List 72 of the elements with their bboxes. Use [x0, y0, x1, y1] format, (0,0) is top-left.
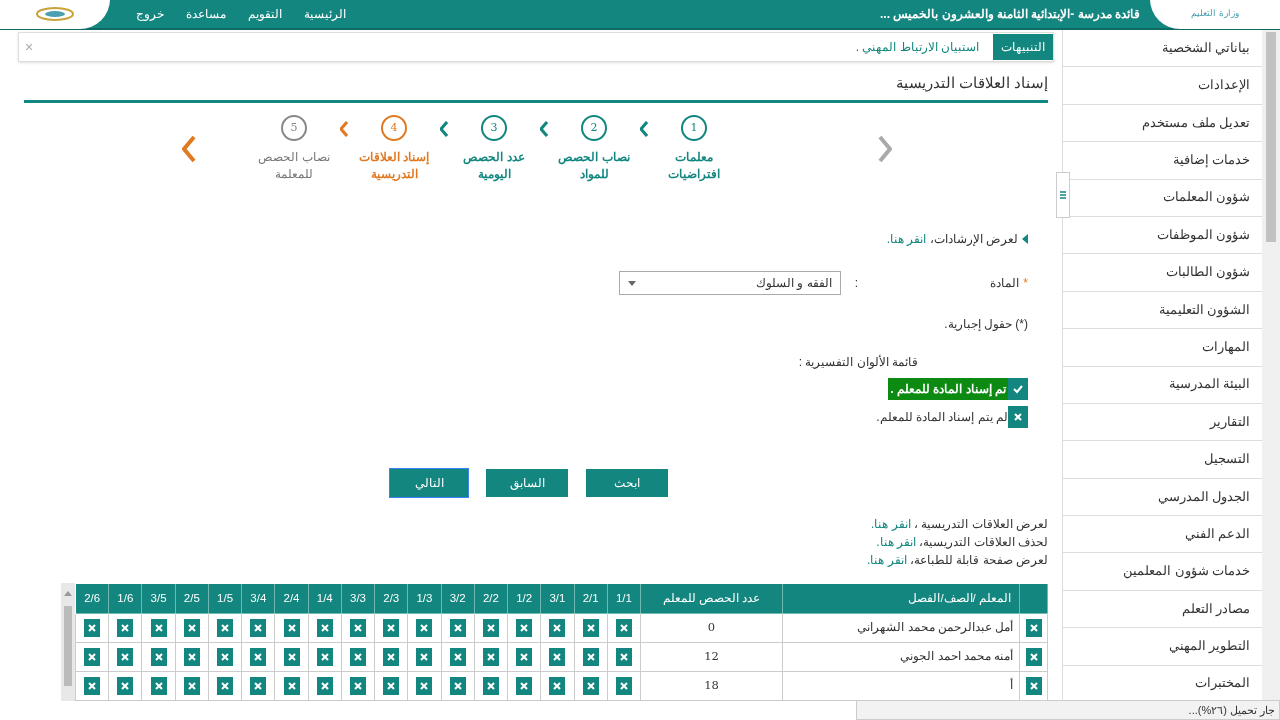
column-header: 2/3 — [374, 583, 408, 614]
instruction-text: لحذف العلاقات التدريسية، انقر هنا. — [875, 534, 1048, 551]
step-label: نصاب الحصص للمواد — [557, 150, 631, 183]
scrollbar-thumb[interactable] — [64, 606, 72, 686]
alerts-tag: التنبيهات — [993, 34, 1053, 60]
guide-text: لعرض الإرشادات، انقر هنا. — [886, 231, 1018, 248]
column-header: 3/2 — [441, 583, 475, 614]
link[interactable]: انقر هنا. — [867, 553, 907, 567]
guide-link[interactable]: انقر هنا. — [886, 232, 927, 246]
nav-link[interactable]: خروج — [136, 5, 164, 23]
column-header: المعلم /الصف/الفصل — [782, 583, 1020, 614]
chevron-icon — [440, 121, 448, 137]
dropdown-arrow-icon — [627, 280, 636, 286]
legend-title: قائمة الألوان التفسيرية : — [797, 353, 919, 371]
table-cell: أمل عبدالرحمن محمد الشهراني — [782, 613, 1020, 643]
link[interactable]: انقر هنا. — [871, 517, 911, 531]
nav-link[interactable]: مساعدة — [186, 5, 226, 23]
alert-link[interactable]: استبيان الارتباط المهني . — [855, 38, 979, 56]
table-cell: 12 — [640, 642, 783, 672]
subject-dropdown[interactable]: الفقه و السلوك — [618, 271, 841, 295]
table-scrollbar[interactable] — [61, 583, 75, 701]
column-header: 1/5 — [208, 583, 242, 614]
column-header: 3/3 — [341, 583, 375, 614]
step-label: نصاب الحصص للمعلمة — [257, 150, 331, 182]
required-mark: * — [1023, 275, 1028, 292]
scrollbar-thumb[interactable] — [1266, 32, 1276, 242]
column-header: عدد الحصص للمعلم — [640, 583, 783, 614]
chevron-icon — [878, 135, 892, 163]
field-label: المادة — [990, 275, 1020, 292]
table-cell: أمنه محمد احمد الجوني — [782, 642, 1020, 672]
page-header-title: قائدة مدرسة -الإبتدائية الثامنة والعشرون بالخميس ... — [880, 6, 1140, 23]
instruction-text: لعرض صفحة قابلة للطباعة، انقر هنا. — [866, 552, 1048, 569]
table-cell: 0 — [640, 613, 783, 643]
next-button[interactable]: التالي — [390, 469, 468, 497]
link[interactable]: انقر هنا. — [876, 535, 916, 549]
table-cell: 18 — [640, 671, 783, 701]
column-header: 1/6 — [108, 583, 142, 614]
chevron-icon — [640, 121, 648, 137]
column-header: 3/5 — [142, 583, 176, 614]
legend-text: تم إسناد المادة للمعلم . — [888, 378, 1008, 400]
column-header: 2/4 — [274, 583, 309, 614]
column-header: 3/4 — [241, 583, 275, 614]
triangle-icon — [1022, 234, 1028, 244]
side-toggle[interactable] — [1056, 172, 1070, 218]
nav-link[interactable]: الرئيسية — [304, 5, 346, 23]
column-header: 2/2 — [474, 583, 508, 614]
column-header: 1/1 — [607, 583, 641, 614]
page-title: إسناد العلاقات التدريسية — [894, 73, 1049, 94]
column-header: 2/1 — [574, 583, 608, 614]
instruction-text: لعرض العلاقات التدريسية ، انقر هنا. — [870, 516, 1048, 533]
legend-text: لم يتم إسناد المادة للمعلم. — [876, 409, 1008, 426]
chevron-icon — [340, 121, 348, 137]
chevron-icon — [540, 121, 548, 137]
step-label: إسناد العلاقات التدريسية — [357, 150, 431, 183]
scroll-up-icon — [64, 591, 72, 596]
required-note: (*) حقول إجبارية. — [943, 316, 1028, 333]
previous-button[interactable]: السابق — [486, 469, 568, 497]
search-button[interactable]: ابحث — [586, 469, 668, 497]
ministry-logo-text: وزارة التعليم — [1191, 7, 1239, 21]
menu-icon — [1060, 191, 1066, 199]
chevron-icon — [182, 135, 196, 163]
step-label: معلمات افتراضيات — [667, 150, 721, 183]
column-header: 2/5 — [175, 583, 209, 614]
column-header: 1/3 — [407, 583, 442, 614]
column-header: 1/4 — [308, 583, 342, 614]
column-header: 1/2 — [507, 583, 541, 614]
logo-icon — [35, 6, 75, 22]
nav-link[interactable]: التقويم — [248, 5, 282, 23]
loading-status-toast: جار تحميل (٢٦%)... — [856, 700, 1280, 720]
step-label: عدد الحصص اليومية — [462, 150, 526, 183]
colon-text: : — [854, 275, 858, 292]
column-header: 3/1 — [540, 583, 575, 614]
